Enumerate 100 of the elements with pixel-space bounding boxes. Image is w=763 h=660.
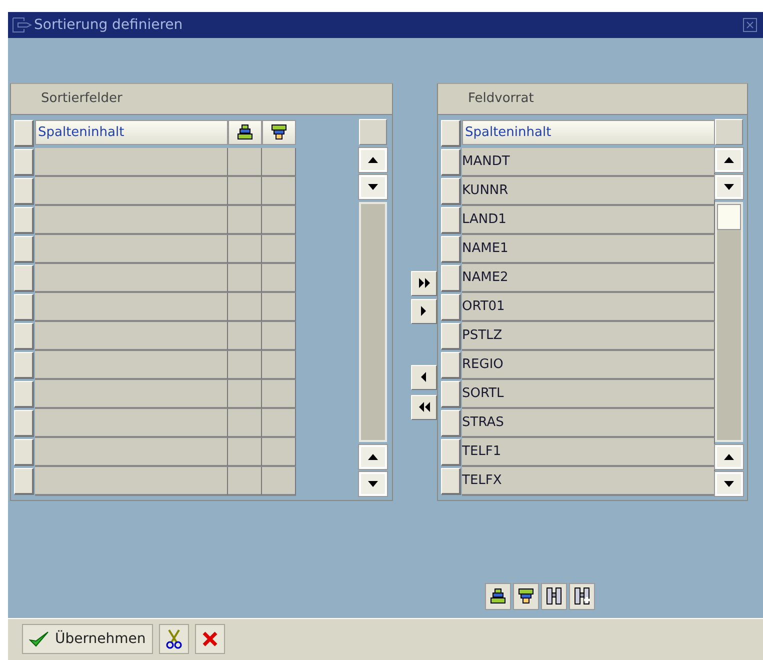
scroll-down-button[interactable] [359,174,387,199]
scroll-down-button[interactable] [359,472,387,496]
table-cell[interactable] [228,438,262,467]
row-selector[interactable] [441,236,461,263]
table-cell[interactable] [35,438,228,467]
row-selector[interactable] [14,294,34,321]
move-all-right-button[interactable] [411,270,437,296]
table-cell[interactable]: ORT01 [462,292,715,322]
table-cell[interactable] [228,292,262,322]
table-cell[interactable] [35,264,228,293]
table-cell[interactable] [35,148,228,177]
move-left-button[interactable] [411,364,437,390]
sort-ascending-header[interactable] [228,120,262,145]
table-cell[interactable]: SORTL [462,380,715,409]
row-selector[interactable] [14,264,34,292]
row-selector[interactable] [441,206,461,234]
scrollbar-track[interactable] [715,202,743,442]
row-selector[interactable] [14,206,34,234]
accept-button[interactable]: Übernehmen [22,624,153,654]
scroll-up-button[interactable] [715,444,743,469]
table-cell[interactable] [228,350,262,380]
row-selector[interactable] [441,322,461,350]
table-cell[interactable] [228,206,262,235]
row-selector[interactable] [14,380,34,408]
row-selector[interactable] [14,410,34,437]
row-selector[interactable] [441,264,461,292]
scroll-up-button[interactable] [715,148,743,172]
table-cell[interactable] [262,206,296,235]
table-cell[interactable] [35,176,228,206]
row-selector[interactable] [14,148,34,176]
table-cell[interactable] [262,176,296,206]
table-cell[interactable] [35,322,228,351]
row-selector[interactable] [441,468,461,495]
column-header[interactable]: Spalteninhalt [462,120,715,145]
row-selector[interactable] [441,410,461,437]
row-selector[interactable] [14,178,34,205]
table-cell[interactable] [228,322,262,351]
table-cell[interactable] [262,234,296,264]
row-selector[interactable] [441,352,461,379]
table-cell[interactable]: NAME2 [462,264,715,293]
table-cell[interactable] [262,292,296,322]
table-cell[interactable] [262,264,296,293]
table-cell[interactable] [228,234,262,264]
table-cell[interactable] [262,408,296,438]
scroll-down-button[interactable] [715,472,743,496]
row-selector[interactable] [441,294,461,321]
cut-button[interactable] [158,624,189,654]
scroll-down-button[interactable] [715,174,743,199]
find-next-button[interactable] [569,582,595,610]
table-cell[interactable]: MANDT [462,148,715,177]
table-cell[interactable] [262,380,296,409]
table-cell[interactable] [35,466,228,496]
table-cell[interactable] [228,264,262,293]
table-cell[interactable] [228,176,262,206]
table-cell[interactable] [228,408,262,438]
table-cell[interactable]: PSTLZ [462,322,715,351]
row-selector[interactable] [14,236,34,263]
sort-descending-header[interactable] [262,120,296,145]
table-cell[interactable]: STRAS [462,408,715,438]
table-cell[interactable] [262,350,296,380]
table-cell[interactable] [35,206,228,235]
select-all-button[interactable] [14,120,34,147]
table-cell[interactable]: KUNNR [462,176,715,206]
table-cell[interactable] [35,234,228,264]
move-right-button[interactable] [411,298,437,324]
table-cell[interactable]: REGIO [462,350,715,380]
table-cell[interactable] [262,148,296,177]
sort-ascending-button[interactable] [485,582,511,610]
row-selector[interactable] [14,468,34,495]
close-icon[interactable] [743,18,757,32]
scrollbar-thumb[interactable] [717,204,741,230]
row-selector[interactable] [441,148,461,176]
table-cell[interactable] [35,350,228,380]
table-cell[interactable] [262,466,296,496]
table-cell[interactable] [228,380,262,409]
row-selector[interactable] [14,322,34,350]
scrollbar-track[interactable] [359,202,387,442]
table-cell[interactable] [228,466,262,496]
select-all-button[interactable] [441,120,461,147]
table-cell[interactable]: TELF1 [462,438,715,467]
row-selector[interactable] [441,178,461,205]
scroll-up-button[interactable] [359,148,387,172]
find-button[interactable] [541,582,567,610]
table-cell[interactable] [228,148,262,177]
row-selector[interactable] [441,380,461,408]
table-cell[interactable] [35,408,228,438]
table-cell[interactable]: LAND1 [462,206,715,235]
table-cell[interactable] [262,438,296,467]
row-selector[interactable] [441,438,461,466]
row-selector[interactable] [14,438,34,466]
table-cell[interactable] [35,292,228,322]
table-cell[interactable] [262,322,296,351]
scroll-up-button[interactable] [359,444,387,469]
table-cell[interactable]: NAME1 [462,234,715,264]
move-all-left-button[interactable] [411,394,437,420]
sort-descending-button[interactable] [513,582,539,610]
table-cell[interactable] [35,380,228,409]
cancel-button[interactable] [194,624,225,654]
table-cell[interactable]: TELFX [462,466,715,496]
row-selector[interactable] [14,352,34,379]
